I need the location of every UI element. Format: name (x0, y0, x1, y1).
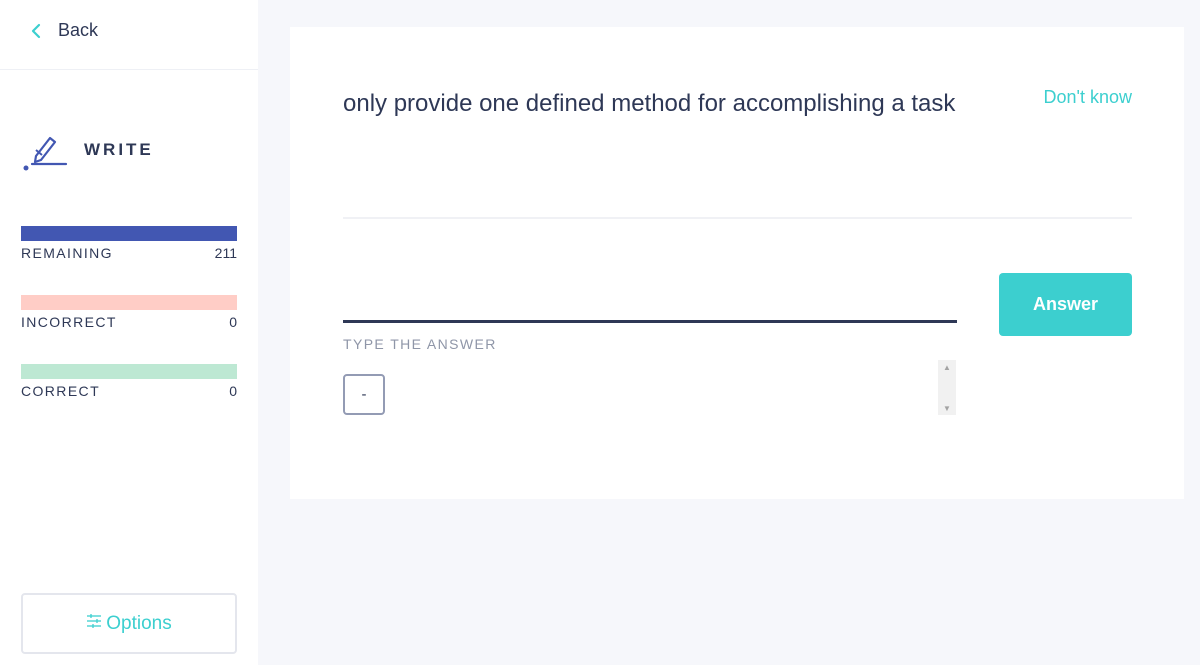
incorrect-bar (21, 295, 237, 310)
study-mode: WRITE (22, 128, 154, 172)
remaining-bar (21, 226, 237, 241)
sidebar: Back WRITE REMAINING 211 INCORRECT 0 COR… (0, 0, 258, 665)
character-scrollbar[interactable]: ▲ ▼ (938, 360, 956, 415)
question-prompt: only provide one defined method for acco… (343, 90, 956, 117)
divider (343, 217, 1132, 219)
scroll-down-icon[interactable]: ▼ (938, 401, 956, 415)
progress-remaining: REMAINING 211 (21, 226, 237, 261)
incorrect-label: INCORRECT (21, 314, 117, 330)
scroll-up-icon[interactable]: ▲ (938, 360, 956, 374)
options-button[interactable]: Options (21, 593, 237, 654)
answer-button[interactable]: Answer (999, 273, 1132, 336)
mode-label: WRITE (84, 140, 154, 159)
incorrect-count: 0 (229, 314, 237, 330)
correct-label: CORRECT (21, 383, 101, 399)
options-label: Options (106, 612, 172, 634)
chevron-left-icon (28, 22, 44, 40)
answer-hint: TYPE THE ANSWER (343, 336, 497, 352)
answer-input[interactable] (343, 289, 957, 323)
correct-bar (21, 364, 237, 379)
special-character-button[interactable]: - (343, 374, 385, 415)
back-button[interactable]: Back (28, 20, 98, 41)
back-label: Back (58, 20, 99, 40)
progress-incorrect: INCORRECT 0 (21, 295, 237, 330)
dont-know-link[interactable]: Don't know (1044, 87, 1132, 108)
remaining-label: REMAINING (21, 245, 113, 261)
correct-count: 0 (229, 383, 237, 399)
back-row: Back (0, 0, 258, 70)
question-card: only provide one defined method for acco… (290, 27, 1184, 499)
progress-correct: CORRECT 0 (21, 364, 237, 399)
remaining-count: 211 (214, 245, 237, 261)
pen-write-icon (22, 128, 68, 172)
sliders-icon (86, 613, 102, 634)
